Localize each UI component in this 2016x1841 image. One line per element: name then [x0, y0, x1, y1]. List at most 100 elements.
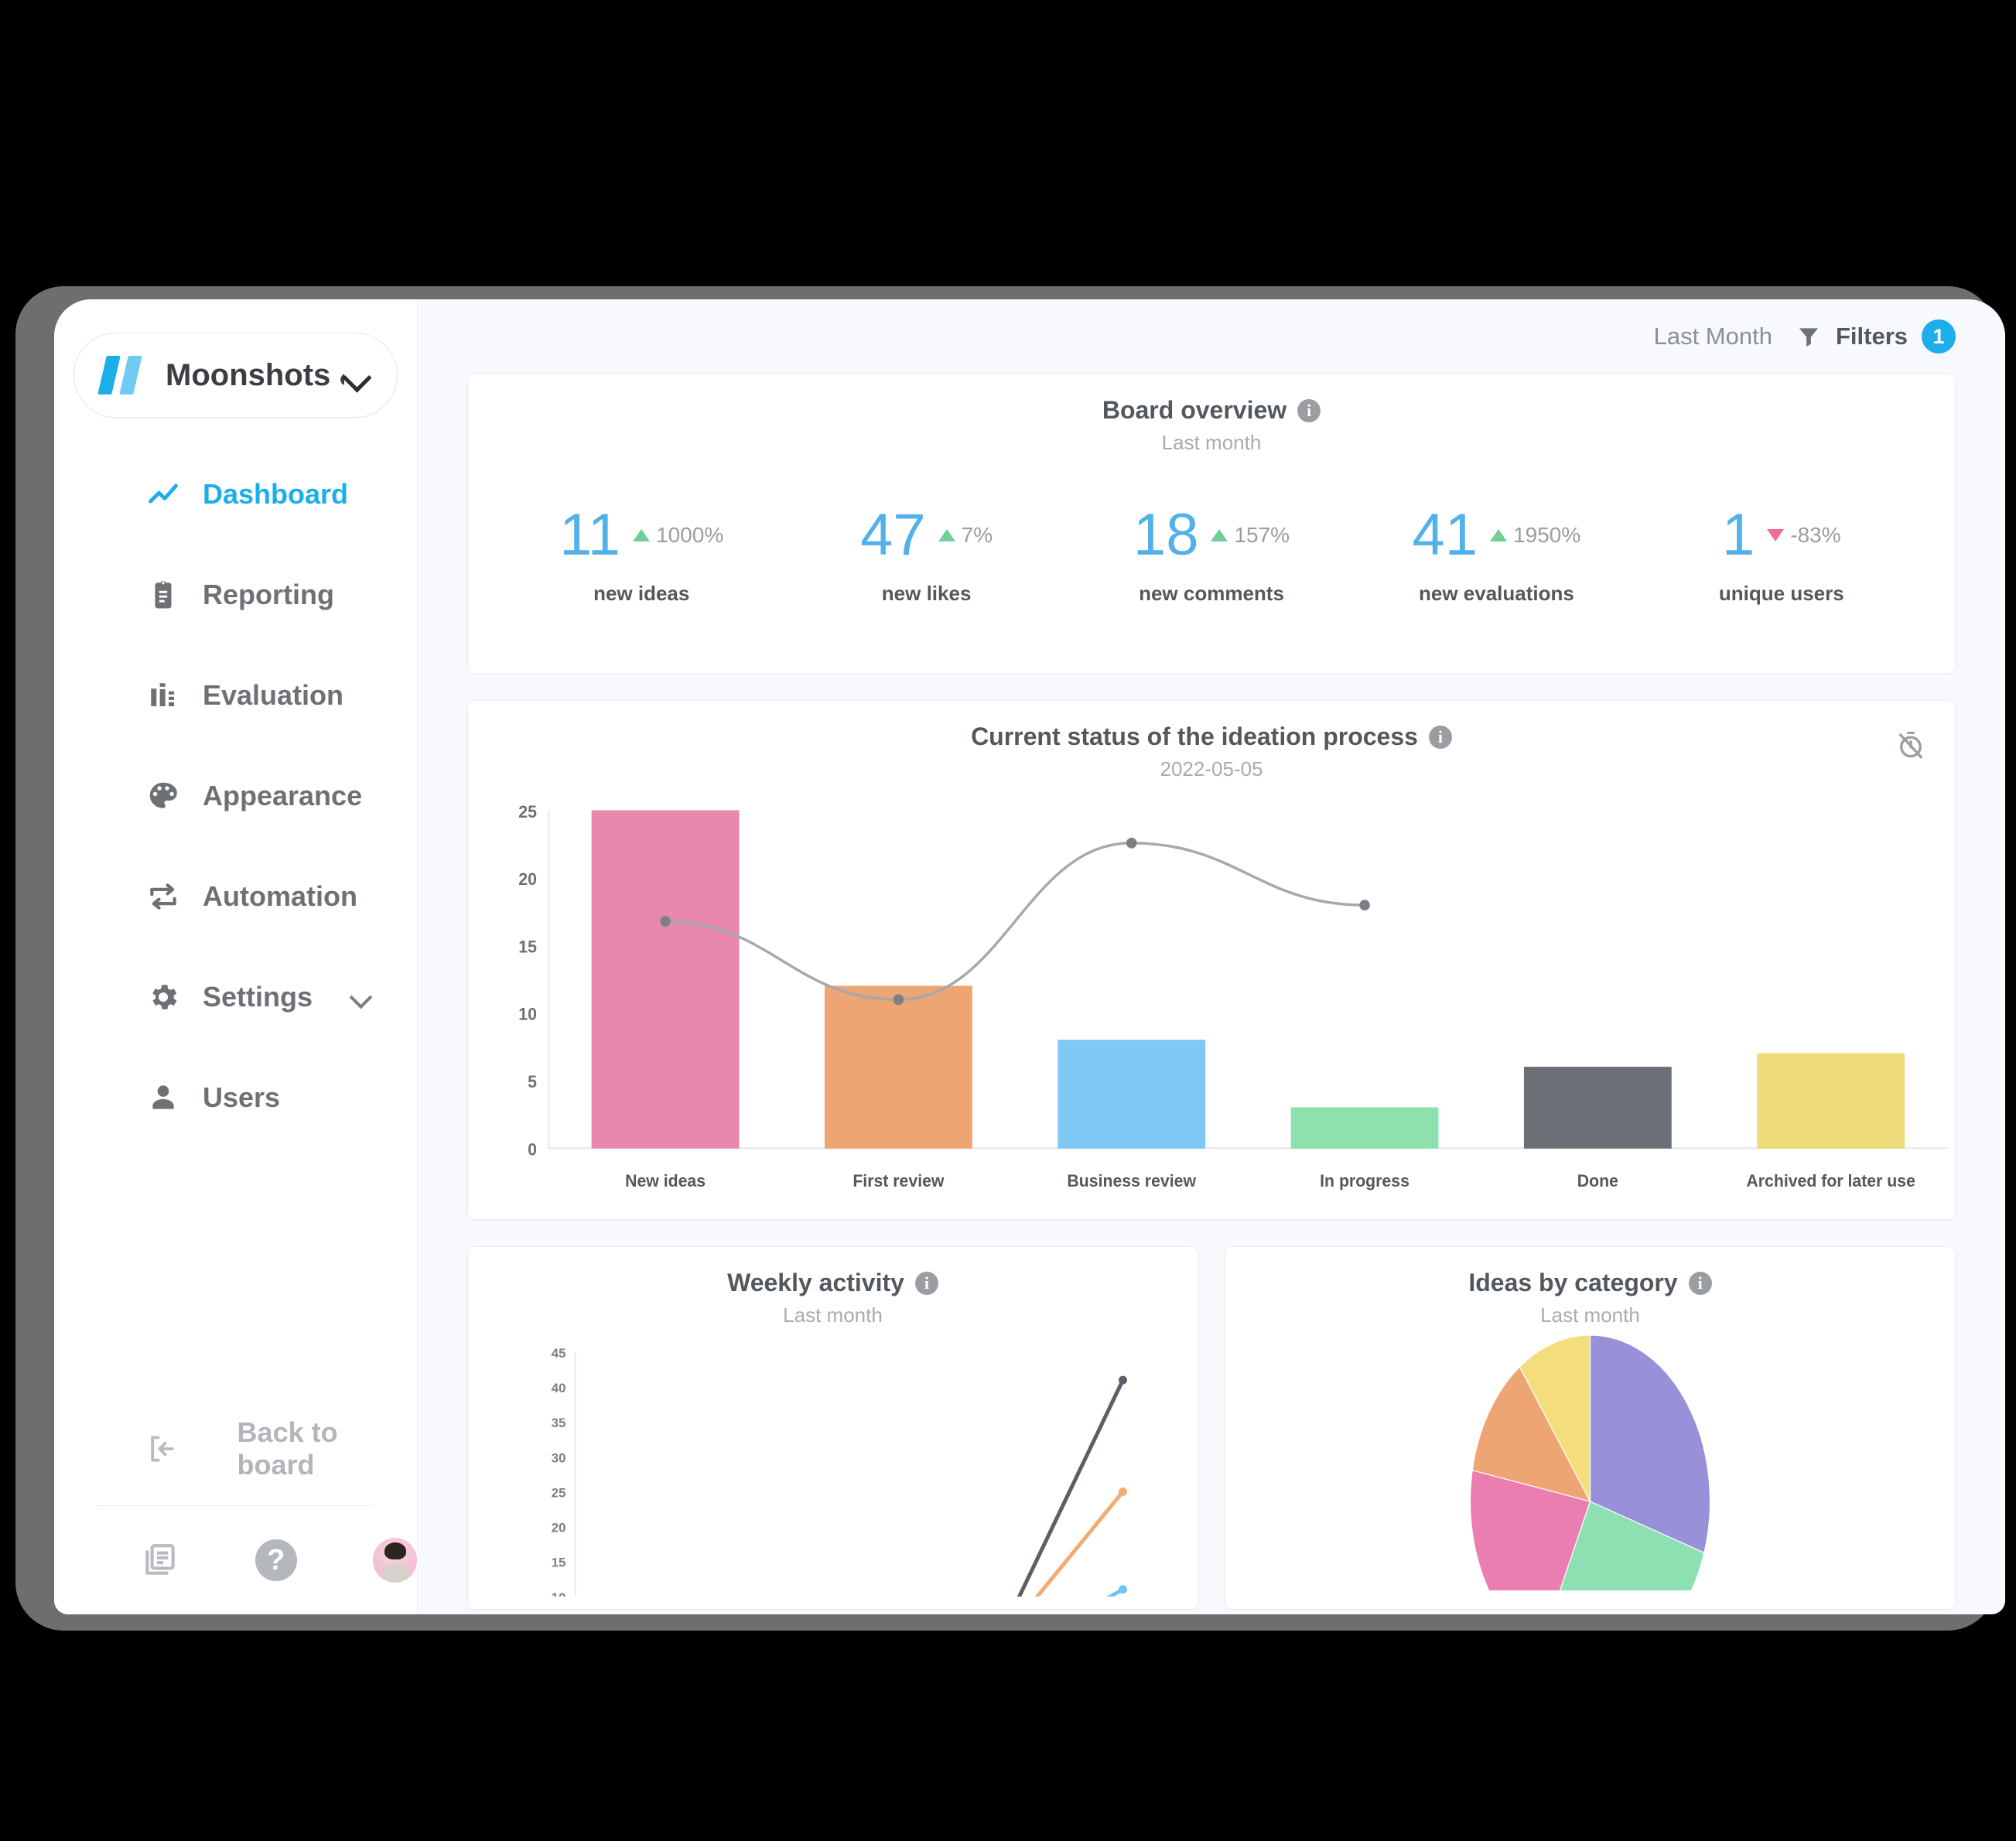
category-title: Ideas by category: [1468, 1269, 1678, 1296]
y-tick-label: 15: [552, 1556, 566, 1570]
sidebar-item-automation[interactable]: Automation: [54, 866, 417, 927]
x-tick-label: In progress: [1320, 1171, 1409, 1190]
bar-chart-icon: [145, 678, 181, 713]
line-point[interactable]: [1119, 1487, 1127, 1496]
exit-left-icon: [145, 1431, 180, 1467]
info-icon[interactable]: i: [1297, 398, 1321, 422]
filters-label: Filters: [1835, 323, 1908, 350]
y-tick-label: 25: [518, 802, 537, 821]
y-tick-label: 20: [552, 1521, 566, 1535]
kpi-new-evaluations: 41 1950% new evaluations: [1354, 506, 1638, 606]
line-point[interactable]: [1119, 1375, 1127, 1385]
kpi-delta: 1000%: [633, 523, 723, 548]
sidebar-item-label: Appearance: [203, 780, 363, 811]
kpi-delta-text: 1000%: [656, 523, 724, 547]
y-tick-label: 10: [518, 1004, 537, 1023]
sidebar: Moonshots &... Dashboard Reporting: [54, 299, 418, 1614]
arrow-up-icon: [1490, 529, 1508, 541]
ideation-bar-chart: 0 5 10 15 20 25 New ideas First review Business …: [468, 797, 1955, 1219]
weekly-activity-card: Weekly activity i Last month 10 15 20 25 30 3…: [467, 1246, 1198, 1610]
kpi-value: 18: [1133, 502, 1199, 568]
kpi-label: new likes: [881, 582, 972, 605]
timer-off-icon[interactable]: [1895, 729, 1927, 765]
filters-button[interactable]: Filters 1: [1796, 319, 1956, 354]
info-icon[interactable]: i: [914, 1271, 938, 1295]
sidebar-nav: Dashboard Reporting Evaluation Appearanc…: [54, 464, 417, 1168]
y-tick-label: 15: [518, 937, 537, 956]
y-tick-label: 25: [552, 1485, 566, 1500]
sidebar-item-label: Settings: [203, 981, 313, 1013]
y-tick-label: 10: [552, 1590, 566, 1597]
person-icon: [145, 1080, 181, 1115]
sidebar-item-settings[interactable]: Settings: [54, 967, 417, 1027]
y-tick-label: 0: [528, 1139, 537, 1159]
period-selector[interactable]: Last Month: [1654, 323, 1772, 350]
bar-archived-for-later-use[interactable]: [1757, 1053, 1905, 1149]
bar-in-progress[interactable]: [1290, 1107, 1439, 1149]
question-mark-icon[interactable]: ?: [255, 1539, 297, 1581]
category-title-row: Ideas by category i: [1225, 1247, 1955, 1297]
sidebar-item-label: Reporting: [203, 579, 334, 610]
weekly-activity-line-chart: 10 15 20 25 30 35 40 45: [552, 1346, 1127, 1597]
sidebar-item-users[interactable]: Users: [54, 1067, 417, 1128]
line-series-darkgray: [1017, 1378, 1125, 1597]
arrow-up-icon: [633, 529, 651, 541]
x-tick-label: First review: [853, 1171, 944, 1190]
arrow-down-icon: [1767, 529, 1785, 541]
back-to-board-button[interactable]: Back to board: [54, 1416, 417, 1481]
sidebar-item-label: Dashboard: [203, 478, 349, 510]
kpi-delta: 1950%: [1490, 523, 1580, 548]
ideation-title: Current status of the ideation process: [971, 722, 1418, 750]
filters-count-badge: 1: [1922, 319, 1956, 354]
trend-point[interactable]: [1359, 900, 1370, 911]
weekly-title: Weekly activity: [727, 1269, 904, 1296]
overlay-trend-line: [665, 842, 1365, 1002]
ideation-subtitle: 2022-05-05: [1160, 757, 1263, 780]
bar-new-ideas[interactable]: [591, 810, 740, 1149]
bottom-charts-row: Weekly activity i Last month 10 15 20 25 30 3…: [418, 1246, 2005, 1610]
app-screen: Moonshots &... Dashboard Reporting: [54, 299, 2005, 1614]
kpi-delta-text: 1950%: [1513, 523, 1581, 547]
kpi-new-ideas: 11 1000% new ideas: [499, 506, 784, 606]
kpi-delta-text: -83%: [1790, 523, 1841, 547]
kpi-row: 11 1000% new ideas 47 7% new likes 18 157% new c…: [468, 506, 1955, 606]
kpi-value: 41: [1412, 502, 1478, 568]
board-overview-card: Board overview i Last month 11 1000% new i…: [467, 374, 1956, 674]
kpi-delta: 7%: [938, 523, 993, 548]
board-overview-title-row: Board overview i: [468, 374, 1955, 425]
avatar[interactable]: [372, 1538, 417, 1583]
clipboard-icon: [145, 577, 181, 613]
bar-first-review[interactable]: [824, 985, 972, 1149]
repeat-arrows-icon: [145, 879, 181, 914]
sidebar-item-evaluation[interactable]: Evaluation: [54, 665, 417, 726]
trend-point[interactable]: [660, 916, 671, 927]
chevron-down-icon[interactable]: [344, 367, 371, 383]
kpi-delta: 157%: [1211, 523, 1290, 548]
sidebar-footer: ?: [54, 1506, 417, 1614]
trend-point[interactable]: [1126, 837, 1137, 849]
ideation-title-row: Current status of the ideation process i: [468, 701, 1955, 751]
info-icon[interactable]: i: [1688, 1271, 1712, 1295]
info-icon[interactable]: i: [1428, 725, 1452, 749]
sidebar-item-appearance[interactable]: Appearance: [54, 766, 417, 826]
kpi-value: 1: [1722, 502, 1755, 568]
sidebar-item-dashboard[interactable]: Dashboard: [54, 464, 417, 524]
trend-point[interactable]: [893, 994, 904, 1006]
chevron-down-icon[interactable]: [350, 989, 377, 1005]
line-point[interactable]: [1119, 1585, 1127, 1594]
kpi-new-likes: 47 7% new likes: [784, 506, 1068, 606]
topbar: Last Month Filters 1: [418, 299, 2005, 374]
kpi-new-comments: 18 157% new comments: [1069, 506, 1354, 606]
main-content: Last Month Filters 1 Board overview i La…: [418, 299, 2005, 1614]
board-switcher[interactable]: Moonshots &...: [73, 333, 398, 418]
sidebar-item-reporting[interactable]: Reporting: [54, 565, 417, 625]
funnel-icon: [1796, 323, 1822, 350]
kpi-delta-text: 157%: [1234, 523, 1290, 547]
library-books-icon[interactable]: [141, 1541, 179, 1580]
bar-done[interactable]: [1523, 1067, 1672, 1149]
bar-business-review[interactable]: [1058, 1040, 1206, 1149]
kpi-delta-text: 7%: [961, 523, 993, 547]
page-title: Board overview: [1102, 396, 1287, 424]
y-tick-label: 35: [552, 1416, 566, 1430]
